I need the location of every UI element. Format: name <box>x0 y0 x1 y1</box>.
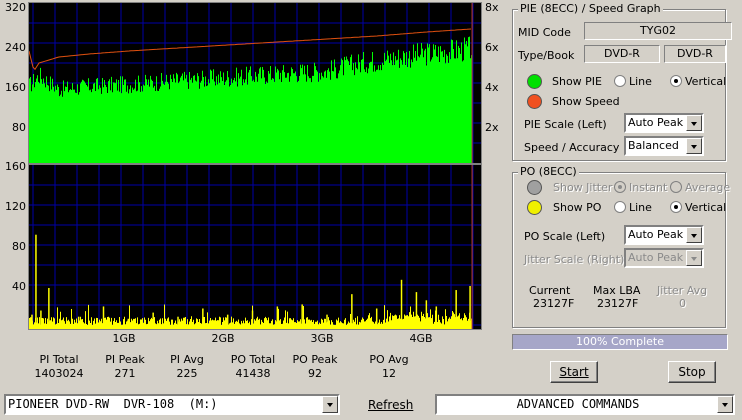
speed-tick: 4x <box>485 81 499 94</box>
bottom-y-tick: 120 <box>5 200 26 213</box>
po-line-label[interactable]: Line <box>629 201 652 214</box>
top-y-tick: 80 <box>12 121 26 134</box>
speed-accuracy-select[interactable]: Balanced <box>624 136 704 156</box>
stop-button-label: Stop <box>678 365 706 379</box>
pie-scale-value: Auto Peak <box>628 116 684 129</box>
po-total-label: PO Total <box>230 353 276 366</box>
po-peak-label: PO Peak <box>292 353 338 366</box>
top-y-tick: 240 <box>5 41 26 54</box>
po-vertical-label[interactable]: Vertical <box>685 201 726 214</box>
po-scale-value: Auto Peak <box>628 228 684 241</box>
jitter-color-icon <box>527 180 542 195</box>
speed-tick: 2x <box>485 121 499 134</box>
jitter-scale-value: Auto Peak <box>628 251 684 264</box>
chevron-down-icon[interactable] <box>686 227 702 243</box>
commands-select[interactable]: ADVANCED COMMANDS <box>435 394 735 415</box>
jitter-avg-label: Jitter Avg <box>657 284 708 297</box>
chevron-down-icon <box>686 250 702 266</box>
show-pie-label[interactable]: Show PIE <box>552 75 602 88</box>
jitter-scale-select: Auto Peak <box>624 248 704 268</box>
pie-vertical-label[interactable]: Vertical <box>685 75 726 88</box>
commands-select-value: ADVANCED COMMANDS <box>516 397 640 411</box>
speed-tick: 6x <box>485 41 499 54</box>
chevron-down-icon[interactable] <box>717 396 733 413</box>
pie-scale-select[interactable]: Auto Peak <box>624 113 704 133</box>
max-lba-value: 23127F <box>597 297 639 310</box>
jitter-average-radio <box>670 181 682 193</box>
pie-speed-graph <box>28 2 482 164</box>
jitter-scale-label: Jitter Scale (Right) <box>524 253 625 266</box>
pi-avg-value: 225 <box>176 367 198 380</box>
chevron-down-icon[interactable] <box>322 396 338 413</box>
po-jitter-plot <box>29 165 481 329</box>
type-book-label: Type/Book <box>518 49 575 62</box>
jitter-instant-radio <box>614 181 626 193</box>
speed-accuracy-label: Speed / Accuracy <box>524 141 620 154</box>
pie-color-icon[interactable] <box>527 74 542 89</box>
progress-text: 100% Complete <box>576 335 664 348</box>
po-total-value: 41438 <box>235 367 271 380</box>
pi-peak-label: PI Peak <box>105 353 145 366</box>
show-speed-label[interactable]: Show Speed <box>552 95 620 108</box>
bottom-y-tick: 40 <box>12 280 26 293</box>
current-label: Current <box>529 284 571 297</box>
start-button[interactable]: Start <box>550 361 598 383</box>
drive-select-value: PIONEER DVD-RW DVR-108 (M:) <box>8 397 218 411</box>
progress-bar: 100% Complete <box>512 334 728 350</box>
stop-button[interactable]: Stop <box>668 361 716 383</box>
show-po-label[interactable]: Show PO <box>553 201 601 214</box>
start-button-label: Start <box>559 365 589 379</box>
current-value: 23127F <box>533 297 575 310</box>
bottom-x-tick: 3GB <box>310 332 334 345</box>
bottom-x-tick: 2GB <box>211 332 235 345</box>
max-lba-label: Max LBA <box>593 284 641 297</box>
bottom-x-tick: 4GB <box>409 332 433 345</box>
pi-total-label: PI Total <box>39 353 79 366</box>
pie-speed-plot <box>29 3 481 163</box>
mid-code-label: MID Code <box>518 26 571 39</box>
pie-vertical-radio[interactable] <box>670 75 682 87</box>
jitter-avg-value: 0 <box>679 297 686 310</box>
chevron-down-icon[interactable] <box>686 138 702 154</box>
po-jitter-graph <box>28 164 482 330</box>
po-avg-label: PO Avg <box>369 353 409 366</box>
speed-accuracy-value: Balanced <box>628 139 679 152</box>
pie-line-label[interactable]: Line <box>629 75 652 88</box>
refresh-link[interactable]: Refresh <box>368 398 413 412</box>
jitter-average-label: Average <box>685 181 731 194</box>
po-color-icon[interactable] <box>527 200 542 215</box>
po-scale-select[interactable]: Auto Peak <box>624 225 704 245</box>
speed-tick: 8x <box>485 1 499 14</box>
pie-group-title: PIE (8ECC) / Speed Graph <box>518 2 663 15</box>
top-y-tick: 160 <box>5 81 26 94</box>
bottom-x-tick: 1GB <box>112 332 136 345</box>
pie-scale-label: PIE Scale (Left) <box>524 118 607 131</box>
pi-total-value: 1403024 <box>34 367 84 380</box>
pi-avg-label: PI Avg <box>170 353 204 366</box>
pie-line-radio[interactable] <box>614 75 626 87</box>
refresh-label: Refresh <box>368 398 414 412</box>
po-group-title: PO (8ECC) <box>518 165 579 178</box>
po-peak-value: 92 <box>308 367 322 380</box>
type-field: DVD-R <box>584 45 660 63</box>
book-field: DVD-R <box>664 45 726 63</box>
po-avg-value: 12 <box>382 367 396 380</box>
bottom-y-tick: 160 <box>5 160 26 173</box>
po-line-radio[interactable] <box>614 201 626 213</box>
po-scale-label: PO Scale (Left) <box>524 230 606 243</box>
po-vertical-radio[interactable] <box>670 201 682 213</box>
bottom-y-tick: 80 <box>12 240 26 253</box>
speed-color-icon[interactable] <box>527 94 542 109</box>
show-jitter-label: Show Jitter <box>553 181 613 194</box>
top-y-tick: 320 <box>5 1 26 14</box>
pi-peak-value: 271 <box>114 367 136 380</box>
drive-select[interactable]: PIONEER DVD-RW DVR-108 (M:) <box>4 394 340 415</box>
jitter-instant-label: Instant <box>629 181 668 194</box>
mid-code-field: TYG02 <box>584 22 732 40</box>
chevron-down-icon[interactable] <box>686 115 702 131</box>
